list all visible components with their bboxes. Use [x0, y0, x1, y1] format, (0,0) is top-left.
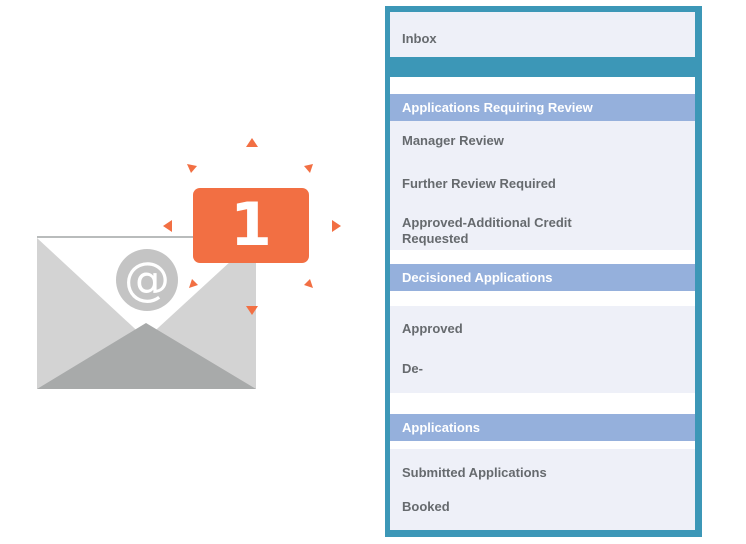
section-title: Applications	[402, 420, 481, 435]
notification-count-badge: 1	[193, 188, 309, 263]
section-title: Decisioned Applications	[402, 270, 553, 285]
menu-item-submitted-applications[interactable]: Submitted Applications	[402, 465, 547, 481]
divider	[390, 77, 695, 94]
divider	[390, 291, 695, 306]
sparkle-icon	[163, 220, 172, 232]
divider	[390, 250, 695, 264]
at-icon: @	[116, 249, 178, 311]
inbox-item[interactable]: Inbox	[390, 12, 695, 57]
section-title: Applications Requiring Review	[402, 100, 593, 115]
section-header-applications: Applications	[390, 414, 695, 441]
sparkle-icon	[332, 220, 341, 232]
menu-item-booked[interactable]: Booked	[402, 499, 450, 515]
inbox-label: Inbox	[402, 31, 437, 46]
menu-item-approved[interactable]: Approved	[402, 321, 463, 337]
application-sidebar-menu: Inbox Applications Requiring Review Mana…	[385, 6, 702, 537]
section-panel-applications: Submitted Applications Booked	[390, 449, 695, 530]
menu-item-further-review[interactable]: Further Review Required	[402, 176, 556, 192]
sparkle-icon	[189, 279, 198, 288]
sparkle-icon	[304, 164, 313, 173]
sparkle-icon	[304, 279, 313, 288]
sparkle-icon	[246, 138, 258, 147]
divider	[390, 393, 695, 414]
menu-item-declined[interactable]: De-	[402, 361, 423, 377]
menu-item-approved-additional-credit[interactable]: Approved-Additional Credit Requested	[402, 215, 602, 247]
section-panel-review: Manager Review Further Review Required A…	[390, 121, 695, 250]
sparkle-icon	[187, 164, 197, 173]
section-panel-decisioned: Approved De-	[390, 306, 695, 393]
sparkle-icon	[246, 306, 258, 315]
section-header-review: Applications Requiring Review	[390, 94, 695, 121]
section-header-decisioned: Decisioned Applications	[390, 264, 695, 291]
email-notification-illustration: @ 1	[0, 0, 380, 544]
divider	[390, 441, 695, 449]
menu-item-manager-review[interactable]: Manager Review	[402, 133, 504, 149]
